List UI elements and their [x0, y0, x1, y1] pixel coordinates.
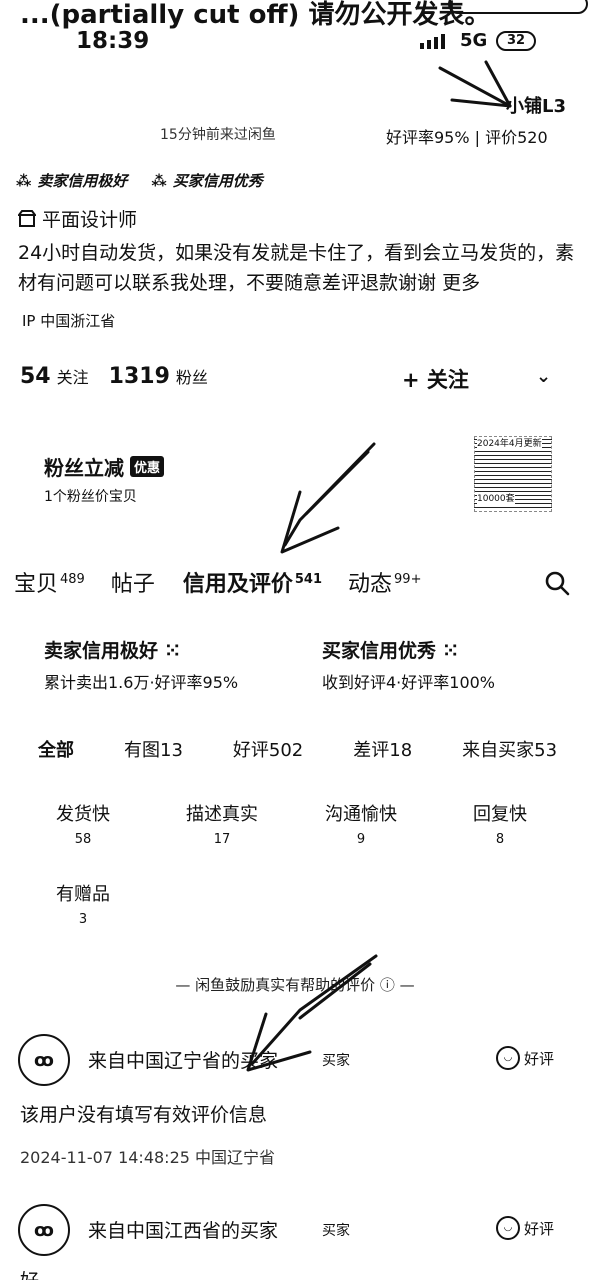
review-text: 好	[20, 1266, 39, 1280]
review-tag-count: 3	[78, 912, 88, 927]
profile-tabs: 宝贝 489 帖子 信用及评价 541 动态 99+	[14, 566, 574, 598]
fan-discount-title[interactable]: 粉丝立减 优惠	[44, 452, 165, 481]
rating-badge: ◡ 好评	[496, 1046, 554, 1070]
review-tag-label: 发货快	[56, 804, 110, 825]
rating-label: 好评	[524, 1049, 555, 1068]
following-label: 关注	[56, 368, 89, 387]
tab-label: 信用及评价	[182, 572, 293, 597]
face-icon: ⁂	[151, 172, 167, 190]
shop-description: 24小时自动发货，如果没有发就是卡住了，看到会立马发货的，素材有问题可以联系我处…	[18, 238, 578, 298]
review-tag-label: 沟通愉快	[325, 804, 397, 825]
review-tag-count: 17	[213, 832, 231, 847]
more-link[interactable]: 更多	[442, 272, 480, 294]
shop-level: 小铺L3	[506, 96, 566, 117]
buyer-credit-label: 买家信用优秀	[172, 172, 263, 190]
review-time: 2024-11-07 14:48:25 中国辽宁省	[20, 1148, 276, 1167]
buyer-credit-title: 买家信用优秀 ⁙	[322, 640, 459, 662]
rating-badge: ◡ 好评	[496, 1216, 554, 1240]
buyer-credit-summary: 买家信用优秀 ⁙ 收到好评4·好评率100%	[322, 636, 495, 693]
filter-with-images[interactable]: 有图13	[124, 736, 183, 762]
follow-button[interactable]: + 关注	[402, 364, 469, 394]
face-icon: ⁙	[442, 640, 459, 662]
rating-label: 好评	[524, 1219, 555, 1238]
review-tag-count: 9	[356, 832, 366, 847]
tab-items[interactable]: 宝贝 489	[14, 566, 85, 598]
avatar[interactable]: ꝏ	[18, 1034, 70, 1086]
tab-activity[interactable]: 动态 99+	[348, 566, 421, 598]
status-time: 18:39	[76, 28, 150, 54]
job-title: 平面设计师	[18, 205, 137, 232]
description-text: 24小时自动发货，如果没有发就是卡住了，看到会立马发货的，素材有问题可以联系我处…	[18, 242, 575, 294]
face-icon: ⁂	[16, 172, 32, 190]
review-filters: 全部 有图13 好评502 差评18 来自买家53	[38, 736, 590, 762]
tab-count: 489	[60, 571, 85, 587]
review-tag[interactable]: 发货快 58	[43, 800, 123, 847]
face-icon: ⁙	[164, 640, 181, 662]
thumb-title: 2024年4月更新	[477, 439, 542, 449]
shop-icon	[18, 209, 36, 227]
review-tag[interactable]: 沟通愉快 9	[321, 800, 401, 847]
review-tag-count: 8	[495, 832, 505, 847]
avatar[interactable]: ꝏ	[18, 1204, 70, 1256]
rating-summary[interactable]: 好评率95% | 评价520	[386, 124, 548, 148]
fan-discount-subtitle: 1个粉丝价宝贝	[44, 489, 137, 505]
credit-badges: ⁂ 卖家信用极好 ⁂ 买家信用优秀	[16, 170, 263, 191]
battery-icon: 32	[496, 31, 536, 51]
thumb-footer: 10000套	[477, 494, 515, 504]
reviewer-role: 买家	[322, 1223, 350, 1239]
seller-credit-summary: 卖家信用极好 ⁙ 累计卖出1.6万·好评率95%	[44, 636, 238, 693]
buyer-credit-badge: ⁂ 买家信用优秀	[151, 170, 262, 191]
fans-count[interactable]: 1319	[109, 364, 170, 389]
smile-icon: ◡	[496, 1216, 520, 1240]
chevron-down-icon[interactable]: ⌄	[536, 366, 551, 387]
filter-all[interactable]: 全部	[38, 736, 74, 762]
smile-icon: ◡	[496, 1046, 520, 1070]
filter-from-buyer[interactable]: 来自买家53	[462, 736, 557, 762]
encourage-notice[interactable]: — 闲鱼鼓励真实有帮助的评价 ⓘ —	[0, 974, 590, 995]
search-icon[interactable]	[544, 570, 570, 596]
filter-negative[interactable]: 差评18	[353, 736, 412, 762]
reviewer-name[interactable]: 来自中国辽宁省的买家	[88, 1046, 278, 1073]
seller-credit-badge: ⁂ 卖家信用极好	[16, 170, 127, 191]
review-tag-label: 有赠品	[56, 884, 110, 905]
watermark-banner: ...(partially cut off) 请勿公开发表。	[20, 0, 491, 30]
job-label: 平面设计师	[42, 209, 138, 231]
filter-positive[interactable]: 好评502	[233, 736, 303, 762]
banner-pill	[448, 0, 588, 14]
buyer-credit-subtitle: 收到好评4·好评率100%	[322, 673, 496, 692]
review-tag-label: 回复快	[473, 804, 527, 825]
review-text: 该用户没有填写有效评价信息	[20, 1104, 268, 1126]
fan-discount-label: 粉丝立减	[44, 456, 124, 480]
review-tag[interactable]: 回复快 8	[460, 800, 540, 847]
seller-credit-subtitle: 累计卖出1.6万·好评率95%	[44, 673, 239, 692]
signal-icon	[420, 34, 445, 49]
tab-label: 帖子	[110, 572, 155, 597]
review-tag[interactable]: 描述真实 17	[182, 800, 262, 847]
seller-credit-title: 卖家信用极好 ⁙	[44, 640, 181, 662]
reviewer-name[interactable]: 来自中国江西省的买家	[88, 1216, 278, 1243]
arrow-icon	[438, 60, 512, 108]
tab-label: 动态	[348, 572, 393, 597]
network-label: 5G	[460, 30, 488, 51]
follow-stats: 54 关注 1319 粉丝	[20, 364, 208, 389]
tab-count: 541	[294, 571, 323, 587]
product-thumbnail[interactable]: 2024年4月更新 10000套	[474, 436, 552, 512]
review-tag-count: 58	[74, 832, 92, 847]
last-visit: 15分钟前来过闲鱼	[160, 127, 276, 143]
seller-credit-label: 卖家信用极好	[37, 172, 128, 190]
tab-count: 99+	[394, 571, 422, 587]
ip-location: IP 中国浙江省	[22, 312, 116, 330]
review-tag-label: 描述真实	[186, 804, 258, 825]
tab-posts[interactable]: 帖子	[111, 566, 157, 598]
tab-label: 宝贝	[14, 572, 59, 597]
discount-tag: 优惠	[130, 456, 165, 477]
reviewer-role: 买家	[322, 1053, 350, 1069]
fans-label: 粉丝	[175, 368, 208, 387]
arrow-icon	[280, 442, 376, 554]
following-count[interactable]: 54	[20, 364, 51, 389]
tab-credit-reviews[interactable]: 信用及评价 541	[183, 566, 322, 598]
review-tag[interactable]: 有赠品 3	[43, 880, 123, 927]
